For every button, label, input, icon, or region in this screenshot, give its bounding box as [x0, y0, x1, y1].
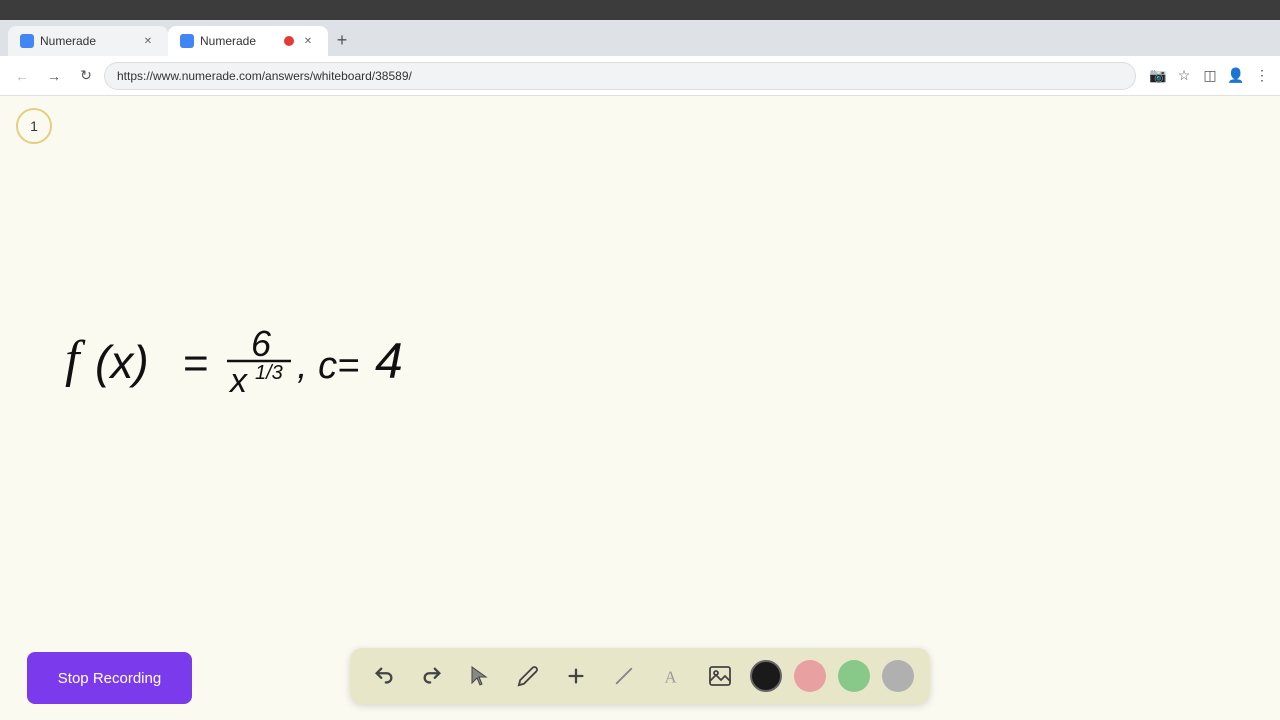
bottom-toolbar: A [350, 648, 930, 704]
tab-2-close[interactable]: ✕ [300, 33, 316, 49]
address-text: https://www.numerade.com/answers/whitebo… [117, 69, 1123, 83]
forward-button[interactable]: → [40, 62, 68, 90]
camera-icon[interactable]: 📷 [1148, 66, 1168, 86]
address-bar-row: ← → ↻ https://www.numerade.com/answers/w… [0, 56, 1280, 96]
star-icon[interactable]: ☆ [1174, 66, 1194, 86]
color-pink[interactable] [794, 660, 826, 692]
recording-dot [284, 36, 294, 46]
tab-1[interactable]: Numerade ✕ [8, 26, 168, 56]
svg-text:A: A [665, 667, 677, 686]
browser-chrome-top [0, 0, 1280, 20]
undo-button[interactable] [366, 658, 402, 694]
extensions-icon[interactable]: ◫ [1200, 66, 1220, 86]
tab-bar: Numerade ✕ Numerade ✕ + [0, 20, 1280, 56]
tab-2-icon [180, 34, 194, 48]
image-tool-button[interactable] [702, 658, 738, 694]
refresh-button[interactable]: ↻ [72, 62, 100, 90]
color-green[interactable] [838, 660, 870, 692]
browser-toolbar-icons: 📷 ☆ ◫ 👤 ⋮ [1148, 66, 1272, 86]
redo-button[interactable] [414, 658, 450, 694]
tab-2[interactable]: Numerade ✕ [168, 26, 328, 56]
svg-text:4: 4 [375, 333, 403, 389]
pen-tool-button[interactable] [510, 658, 546, 694]
select-tool-button[interactable] [462, 658, 498, 694]
profile-icon[interactable]: 👤 [1226, 66, 1246, 86]
address-bar[interactable]: https://www.numerade.com/answers/whitebo… [104, 62, 1136, 90]
stop-recording-button[interactable]: Stop Recording [27, 652, 192, 704]
tab-1-icon [20, 34, 34, 48]
math-content: f (x) = 6 x 1/3 , c= 4 [65, 316, 445, 421]
svg-text:x: x [228, 362, 248, 400]
color-gray[interactable] [882, 660, 914, 692]
tab-1-label: Numerade [40, 34, 134, 48]
svg-text:1/3: 1/3 [255, 362, 283, 384]
color-black[interactable] [750, 660, 782, 692]
svg-text:6: 6 [251, 323, 272, 364]
tab-2-label: Numerade [200, 34, 278, 48]
eraser-tool-button[interactable] [606, 658, 642, 694]
add-tool-button[interactable] [558, 658, 594, 694]
svg-text:=: = [183, 339, 209, 388]
page-number: 1 [16, 108, 52, 144]
svg-text:f: f [65, 331, 86, 388]
text-tool-button[interactable]: A [654, 658, 690, 694]
svg-text:, c=: , c= [297, 345, 359, 387]
svg-text:(x): (x) [95, 336, 149, 388]
whiteboard[interactable]: 1 f (x) = 6 x 1/3 , c= 4 Stop Recording [0, 96, 1280, 720]
menu-icon[interactable]: ⋮ [1252, 66, 1272, 86]
new-tab-button[interactable]: + [328, 26, 356, 54]
tab-1-close[interactable]: ✕ [140, 33, 156, 49]
back-button[interactable]: ← [8, 62, 36, 90]
